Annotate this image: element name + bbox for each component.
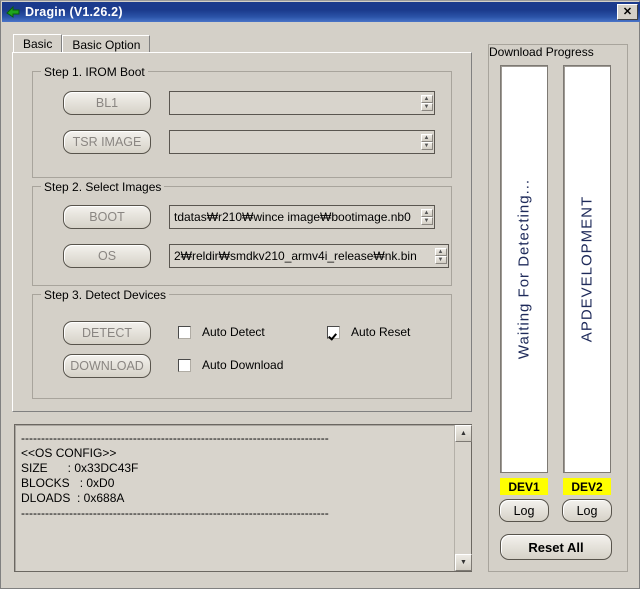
- progress-bar-dev1: Waiting For Detecting...: [500, 65, 548, 473]
- green-arrow-icon: [5, 4, 21, 20]
- dev1-status-badge: DEV1: [500, 478, 548, 495]
- boot-path-field[interactable]: tdatas₩r210₩wince image₩bootimage.nb0 ▲ …: [169, 205, 435, 229]
- bl1-spinner-down[interactable]: ▼: [420, 103, 433, 111]
- bl1-spinner-up[interactable]: ▲: [420, 95, 433, 103]
- log-output-text: ----------------------------------------…: [21, 431, 329, 520]
- tab-basic-label: Basic: [23, 37, 53, 51]
- bl1-button[interactable]: BL1: [63, 91, 151, 115]
- detect-button-label: DETECT: [82, 326, 132, 340]
- group-step2-label: Step 2. Select Images: [41, 180, 165, 194]
- boot-path-value: tdatas₩r210₩wince image₩bootimage.nb0: [174, 210, 411, 224]
- dev2-status-badge-label: DEV2: [571, 479, 603, 494]
- os-path-value: 2₩reldir₩smdkv210_armv4i_release₩nk.bin: [174, 249, 417, 263]
- tab-basic-option-label: Basic Option: [72, 37, 141, 52]
- os-spinner-down[interactable]: ▼: [434, 256, 447, 264]
- group-download-progress: Download Progress Waiting For Detecting.…: [488, 44, 628, 572]
- group-download-progress-label: Download Progress: [489, 45, 594, 59]
- auto-detect-row: Auto Detect: [178, 325, 265, 339]
- boot-button-label: BOOT: [89, 210, 125, 224]
- bl1-button-label: BL1: [95, 96, 119, 110]
- progress-status-dev1: Waiting For Detecting...: [515, 178, 533, 360]
- group-step3-label: Step 3. Detect Devices: [41, 288, 170, 302]
- boot-spinner-down[interactable]: ▼: [420, 217, 433, 225]
- tab-panel-basic: Step 1. IROM Boot BL1 ▲ ▼ TSR IMAGE ▲ ▼: [12, 52, 472, 412]
- auto-reset-row: Auto Reset: [327, 325, 410, 339]
- auto-reset-label: Auto Reset: [351, 325, 411, 339]
- boot-spinner-up[interactable]: ▲: [420, 209, 433, 217]
- detect-button[interactable]: DETECT: [63, 321, 151, 345]
- log-scroll-up-icon[interactable]: ▲: [455, 425, 472, 442]
- tsr-image-spinner-down[interactable]: ▼: [420, 142, 433, 150]
- os-spinner-up[interactable]: ▲: [434, 248, 447, 256]
- log-scrollbar[interactable]: ▲ ▼: [454, 425, 472, 571]
- download-button-label: DOWNLOAD: [70, 359, 144, 373]
- os-button[interactable]: OS: [63, 244, 151, 268]
- tab-strip: Basic Basic Option: [13, 34, 151, 53]
- auto-reset-checkbox[interactable]: [327, 325, 340, 339]
- dev2-log-button[interactable]: Log: [562, 499, 612, 522]
- application-window: Dragin (V1.26.2) ✕ JK Electronics Basic …: [0, 0, 640, 589]
- auto-detect-label: Auto Detect: [202, 325, 265, 339]
- tsr-image-spinner[interactable]: ▲ ▼: [420, 131, 433, 153]
- group-step3-detect-devices: Step 3. Detect Devices DETECT DOWNLOAD A…: [32, 288, 452, 399]
- window-title: Dragin (V1.26.2): [25, 5, 123, 19]
- tsr-image-button[interactable]: TSR IMAGE: [63, 130, 151, 154]
- os-button-label: OS: [97, 249, 117, 263]
- close-icon[interactable]: ✕: [617, 4, 638, 20]
- os-spinner[interactable]: ▲ ▼: [434, 245, 447, 267]
- group-step1-irom-boot: Step 1. IROM Boot BL1 ▲ ▼ TSR IMAGE ▲ ▼: [32, 65, 452, 178]
- download-button[interactable]: DOWNLOAD: [63, 354, 151, 378]
- group-step1-label: Step 1. IROM Boot: [41, 65, 148, 79]
- tsr-image-button-label: TSR IMAGE: [72, 135, 142, 149]
- bl1-spinner[interactable]: ▲ ▼: [420, 92, 433, 114]
- auto-download-label: Auto Download: [202, 358, 284, 372]
- title-bar: Dragin (V1.26.2) ✕: [2, 2, 640, 22]
- auto-detect-checkbox[interactable]: [178, 325, 191, 339]
- reset-all-button[interactable]: Reset All: [500, 534, 612, 560]
- bl1-path-field[interactable]: ▲ ▼: [169, 91, 435, 115]
- group-step2-select-images: Step 2. Select Images BOOT tdatas₩r210₩w…: [32, 180, 452, 286]
- dev1-log-button-label: Log: [513, 503, 535, 518]
- dev1-log-button[interactable]: Log: [499, 499, 549, 522]
- tab-basic-option[interactable]: Basic Option: [62, 35, 151, 53]
- dev2-status-badge: DEV2: [563, 478, 611, 495]
- progress-status-dev2: APDEVELOPMENT: [578, 195, 596, 343]
- log-scroll-down-icon[interactable]: ▼: [455, 554, 472, 571]
- tsr-image-path-field[interactable]: ▲ ▼: [169, 130, 435, 154]
- progress-bar-dev2: APDEVELOPMENT: [563, 65, 611, 473]
- boot-spinner[interactable]: ▲ ▼: [420, 206, 433, 228]
- reset-all-button-label: Reset All: [528, 539, 584, 555]
- log-output-box[interactable]: ----------------------------------------…: [14, 424, 472, 572]
- dev1-status-badge-label: DEV1: [508, 479, 540, 494]
- tsr-image-spinner-up[interactable]: ▲: [420, 134, 433, 142]
- auto-download-row: Auto Download: [178, 358, 283, 372]
- boot-button[interactable]: BOOT: [63, 205, 151, 229]
- dev2-log-button-label: Log: [576, 503, 598, 518]
- auto-download-checkbox[interactable]: [178, 358, 191, 372]
- tab-basic[interactable]: Basic: [13, 34, 63, 53]
- os-path-field[interactable]: 2₩reldir₩smdkv210_armv4i_release₩nk.bin …: [169, 244, 449, 268]
